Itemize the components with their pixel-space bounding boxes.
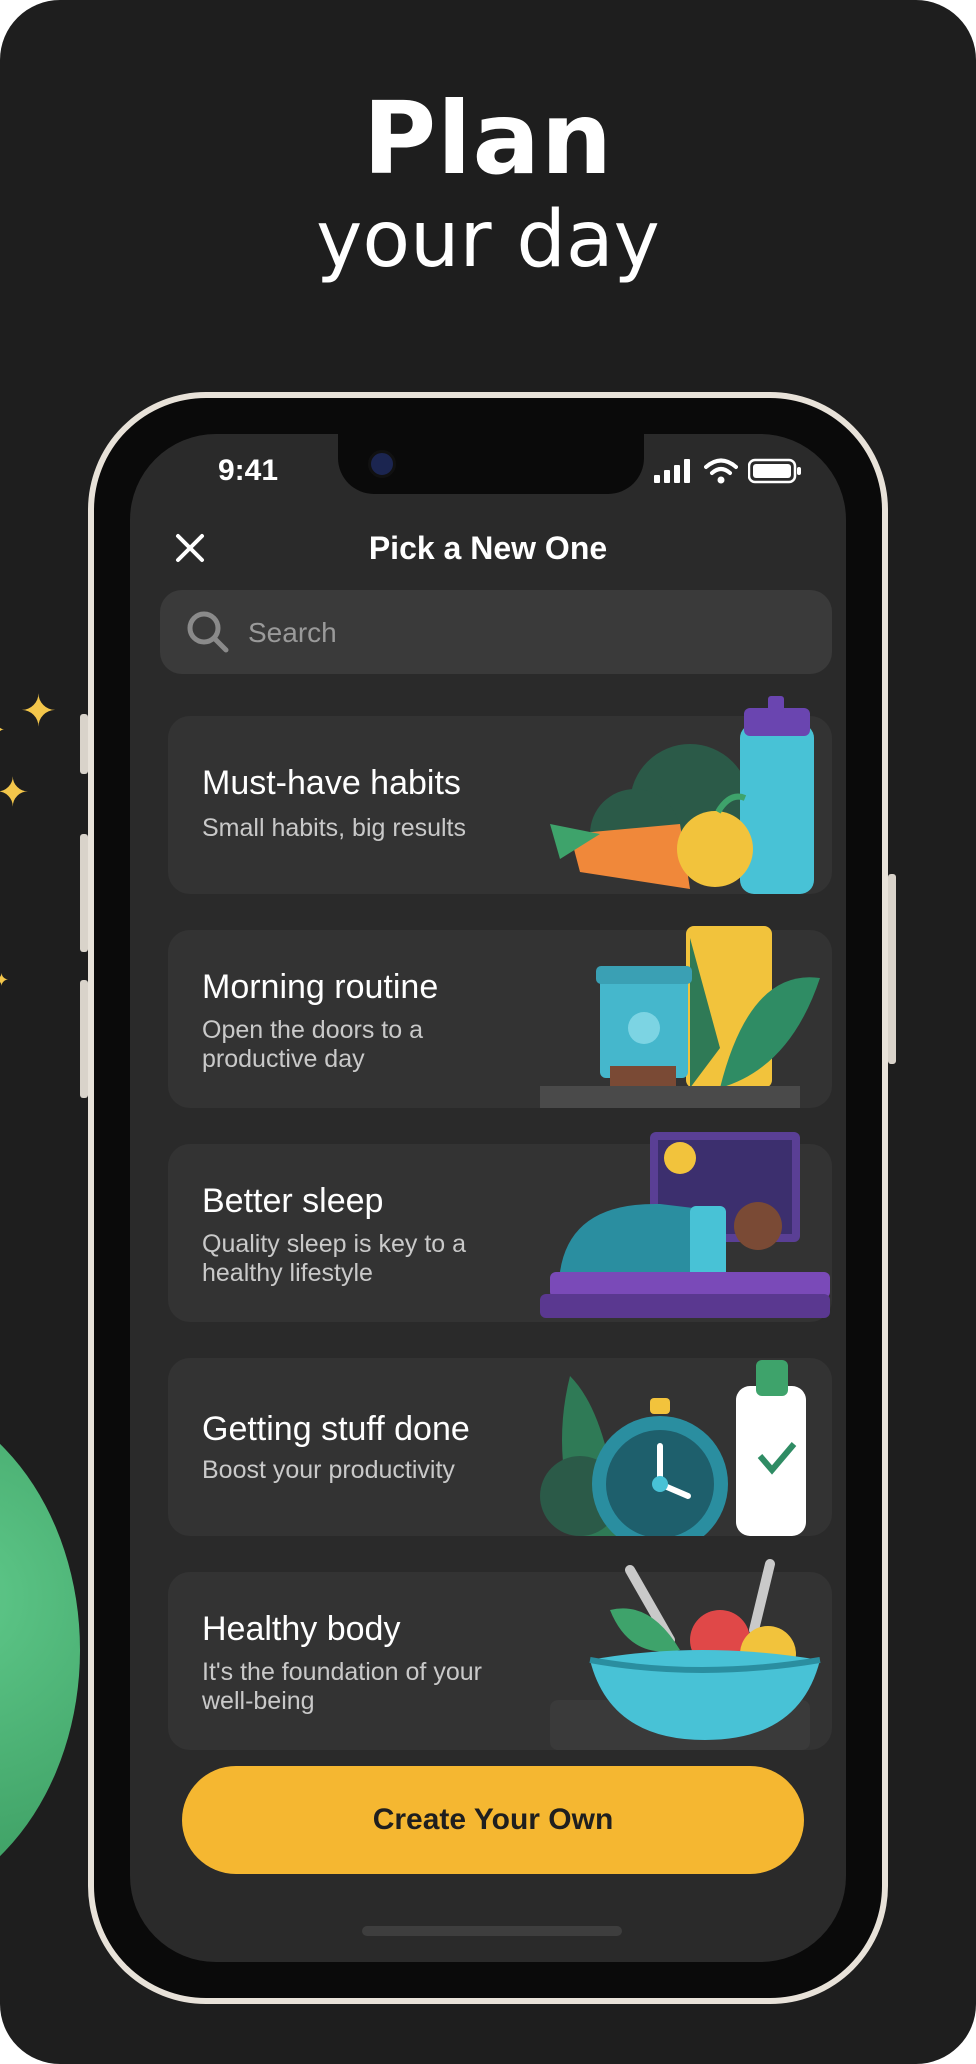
card-title: Getting stuff done <box>202 1410 470 1448</box>
hero-title: Plan <box>362 80 614 197</box>
card-getting-stuff-done[interactable]: Getting stuff done Boost your productivi… <box>168 1358 832 1536</box>
battery-icon <box>748 458 801 484</box>
hero-subtitle: your day <box>316 195 660 285</box>
card-morning-routine[interactable]: Morning routine Open the doors to a prod… <box>168 926 832 1108</box>
card-subtitle: Boost your productivity <box>202 1456 455 1484</box>
page-title: Pick a New One <box>368 530 608 566</box>
search-input[interactable] <box>246 590 810 676</box>
card-title: Healthy body <box>202 1610 401 1648</box>
side-button <box>80 980 88 1098</box>
card-title: Better sleep <box>202 1182 384 1220</box>
home-indicator <box>362 1926 622 1936</box>
card-title: Must-have habits <box>202 764 461 802</box>
card-subtitle: It's the foundation of your well-being <box>202 1658 482 1715</box>
wifi-icon <box>704 458 738 484</box>
side-button <box>888 874 896 1064</box>
promo-canvas: Plan your day ✦ ✦ ✦ ✦ 9:41 <box>0 0 976 2064</box>
card-must-have-habits[interactable]: Must-have habits Small habits, big resul… <box>168 696 832 894</box>
sparkle-icon: ✦ <box>0 970 10 990</box>
card-subtitle: Open the doors to a productive day <box>202 1016 423 1073</box>
sparkle-icon: ✦ <box>0 720 5 741</box>
salad-bowl-illustration <box>550 1559 821 1750</box>
sparkle-icon: ✦ <box>0 771 30 815</box>
status-time: 9:41 <box>218 454 279 487</box>
sparkle-icon: ✦ <box>20 687 57 736</box>
planet-decoration <box>0 1390 80 1910</box>
create-your-own-button[interactable]: Create Your Own <box>182 1766 804 1874</box>
search-icon <box>187 611 229 653</box>
phone-frame: 9:41 Pick a New One Search Must-have hab… <box>80 392 896 2004</box>
card-better-sleep[interactable]: Better sleep Quality sleep is key to a h… <box>168 1132 832 1322</box>
card-title: Morning routine <box>202 968 439 1006</box>
signal-icon <box>654 459 690 483</box>
search-bar[interactable] <box>160 590 832 676</box>
bottle-apple-illustration <box>550 696 814 894</box>
card-healthy-body[interactable]: Healthy body It's the foundation of your… <box>168 1559 832 1750</box>
camera-icon <box>368 450 396 478</box>
status-icons <box>654 458 802 484</box>
bed-night-illustration <box>540 1132 830 1318</box>
side-button <box>80 834 88 952</box>
card-subtitle: Small habits, big results <box>202 814 467 842</box>
coffee-plant-illustration <box>540 926 820 1108</box>
header: Pick a New One <box>130 514 846 594</box>
stopwatch-illustration <box>540 1360 806 1536</box>
phone-screen: 9:41 Pick a New One Search Must-have hab… <box>130 434 846 1962</box>
side-button <box>80 714 88 774</box>
card-subtitle: Quality sleep is key to a healthy lifest… <box>202 1230 467 1287</box>
